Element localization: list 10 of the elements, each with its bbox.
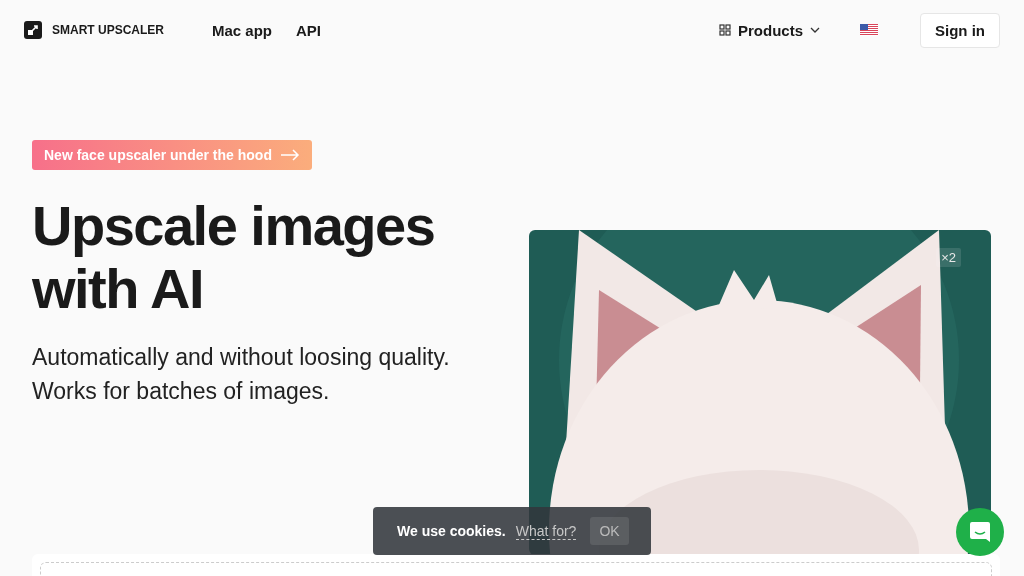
scale-label: ×2: [936, 248, 961, 267]
nav-link[interactable]: Mac app: [212, 21, 273, 39]
cookie-info-link[interactable]: What for?: [515, 522, 577, 540]
hero-title: Upscale images with AI: [32, 194, 435, 320]
nav-link[interactable]: API: [296, 21, 322, 39]
products-menu[interactable]: Products: [719, 21, 820, 39]
sign-in-button[interactable]: Sign in: [920, 12, 1000, 48]
brand-name[interactable]: SMART UPSCALER: [52, 23, 164, 37]
cookie-text: We use cookies.: [397, 523, 506, 539]
hero-subtitle: Automatically and without loosing quality. Works for batches of images.: [32, 343, 450, 406]
